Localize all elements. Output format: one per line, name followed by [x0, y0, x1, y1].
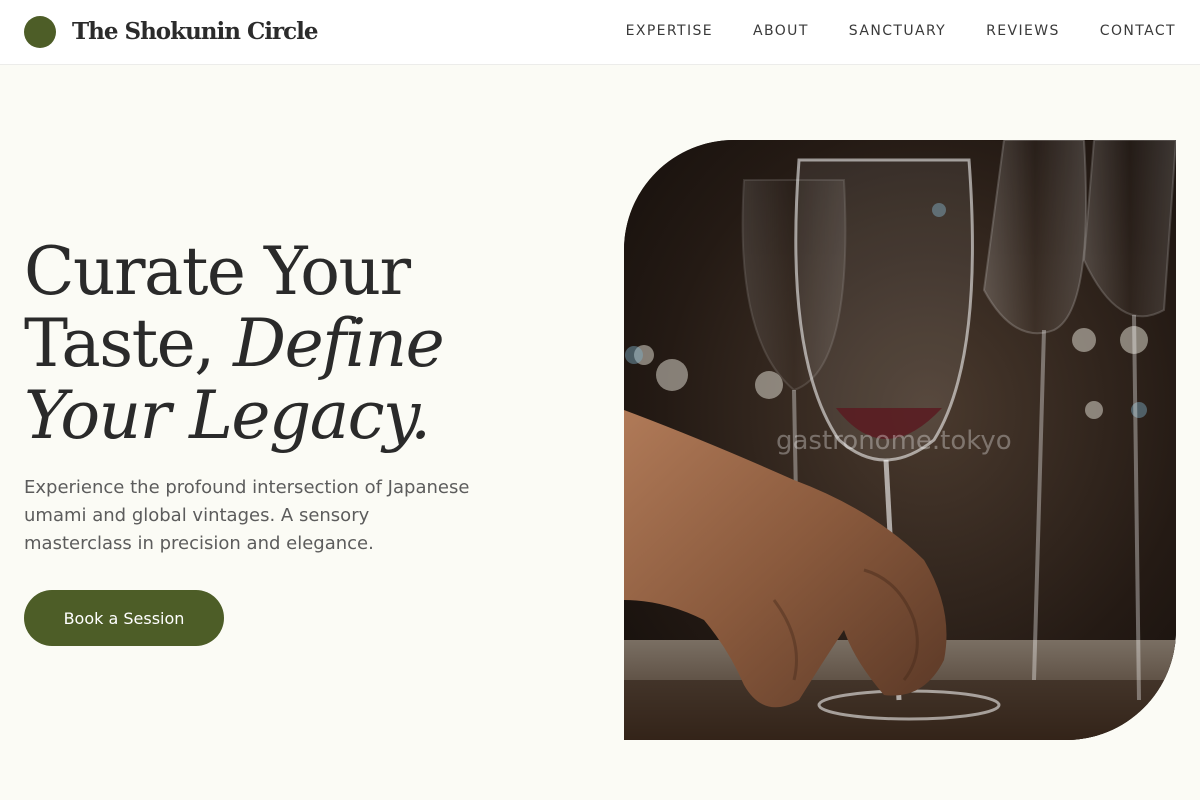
- nav-link-reviews[interactable]: REVIEWS: [986, 23, 1060, 39]
- hero-title-line1: Curate Your: [24, 233, 411, 310]
- hero-title-line2: Taste,: [24, 305, 234, 382]
- nav-link-contact[interactable]: CONTACT: [1100, 23, 1176, 39]
- hero-title-line2-italic: Define: [233, 305, 445, 382]
- brand-name[interactable]: The Shokunin Circle: [72, 16, 319, 48]
- nav-link-sanctuary[interactable]: SANCTUARY: [849, 23, 946, 39]
- image-watermark: gastronome.tokyo: [776, 426, 1012, 456]
- nav-link-about[interactable]: ABOUT: [753, 23, 809, 39]
- hero-subtitle: Experience the profound intersection of …: [24, 477, 470, 554]
- logo-mark[interactable]: [24, 16, 56, 48]
- site-header: The Shokunin Circle EXPERTISE ABOUT SANC…: [0, 0, 1200, 65]
- hero-title: Curate Your Taste, Define Your Legacy.: [24, 233, 445, 454]
- nav-link-expertise[interactable]: EXPERTISE: [626, 23, 713, 39]
- hero-photo-wine-glasses: gastronome.tokyo: [624, 140, 1176, 740]
- main-nav: EXPERTISE ABOUT SANCTUARY REVIEWS CONTAC…: [626, 0, 1176, 62]
- hero-title-line3-italic: Your Legacy.: [24, 377, 431, 454]
- book-session-button[interactable]: Book a Session: [24, 590, 224, 646]
